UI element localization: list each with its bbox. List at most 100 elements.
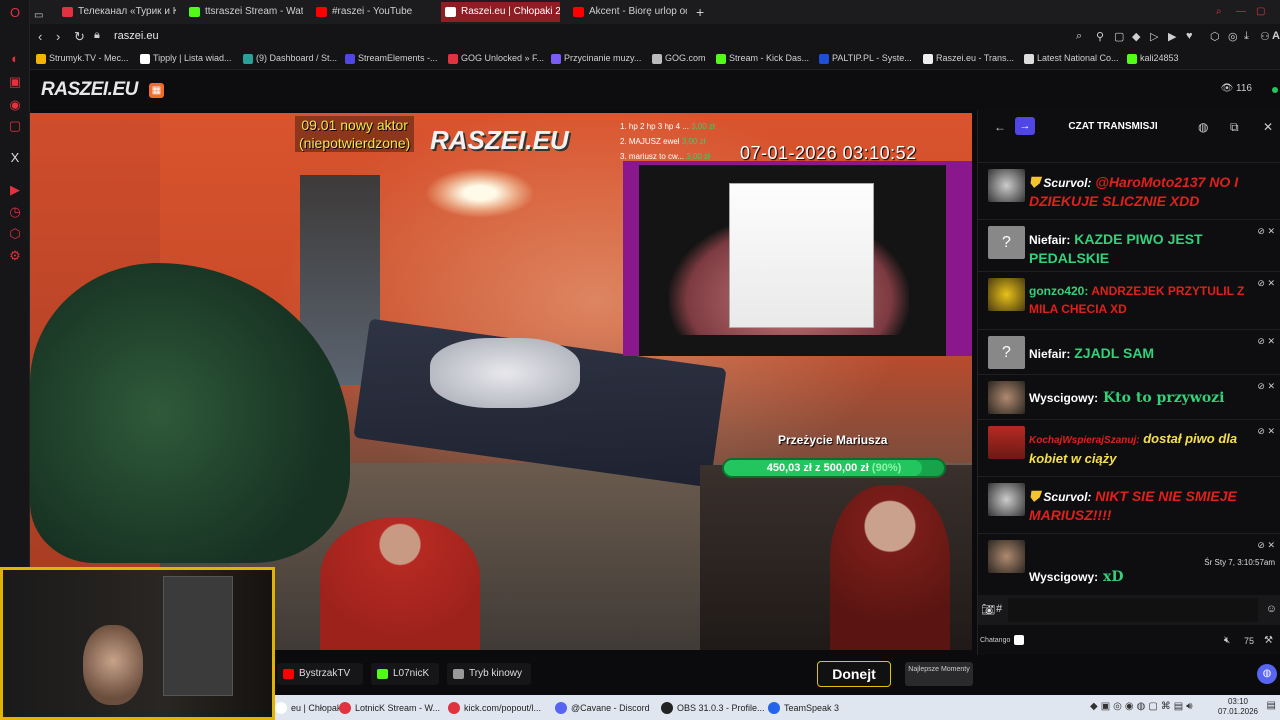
volume-value[interactable]: 75 bbox=[1244, 636, 1254, 646]
message-user[interactable]: Wyscigowy: bbox=[1029, 391, 1098, 405]
bystrzak-button[interactable]: BystrzakTV bbox=[277, 663, 363, 685]
message-user[interactable]: Wyscigowy: bbox=[1029, 570, 1098, 584]
bookmark-12[interactable]: kali24853 bbox=[1127, 53, 1179, 64]
bookmark-favicon bbox=[551, 54, 561, 64]
opera-logo-icon[interactable]: O bbox=[7, 5, 23, 21]
message-user[interactable]: KochajWspierajSzanuj: bbox=[1029, 435, 1140, 446]
back-icon[interactable]: ‹ bbox=[38, 29, 42, 44]
message-user[interactable]: Scurvol: bbox=[1043, 490, 1091, 504]
shield-icon[interactable]: ◆ bbox=[1132, 30, 1140, 43]
message-user[interactable]: gonzo420: bbox=[1029, 284, 1088, 298]
profile-icon[interactable]: ◎ bbox=[1228, 30, 1238, 43]
taskbar-item[interactable]: eu | Chłopak... bbox=[275, 699, 349, 717]
messenger-icon[interactable]: ◉ bbox=[7, 97, 23, 113]
taskbar-item[interactable]: kick.com/popout/l... bbox=[448, 699, 541, 717]
bookmark-label: GOG Unlocked » F... bbox=[461, 53, 545, 63]
bookmark-4[interactable]: StreamElements -... bbox=[345, 53, 438, 64]
message-user[interactable]: Scurvol: bbox=[1043, 176, 1091, 190]
settings-icon[interactable]: ⚙ bbox=[7, 248, 23, 264]
url-field[interactable]: raszei.eu bbox=[114, 30, 159, 42]
bag-icon[interactable]: ▣ bbox=[7, 74, 23, 90]
history-icon[interactable]: ◷ bbox=[7, 204, 23, 220]
x-icon[interactable]: X bbox=[7, 150, 23, 166]
account-icon[interactable]: ⚇ bbox=[1260, 30, 1270, 43]
taskbar-item[interactable]: @Cavane - Discord bbox=[555, 699, 650, 717]
close-chat-icon[interactable]: ✕ bbox=[1263, 120, 1273, 134]
tab-1[interactable]: Телеканал «Турик и Конь» bbox=[58, 2, 176, 22]
chatango-logo-icon[interactable] bbox=[1014, 635, 1024, 645]
notification-icon[interactable]: ▤ bbox=[1267, 700, 1276, 711]
forward-icon[interactable]: › bbox=[56, 29, 60, 44]
mute-icon[interactable]: 🔇︎ bbox=[1224, 635, 1230, 646]
new-tab-button[interactable]: + bbox=[696, 2, 712, 22]
popout-icon[interactable]: ⧉ bbox=[1230, 120, 1239, 135]
bookmark-8[interactable]: Stream - Kick Das... bbox=[716, 53, 809, 64]
bookmark-6[interactable]: Przycinanie muzy... bbox=[551, 53, 641, 64]
tab-label: #raszei - YouTube bbox=[332, 6, 413, 17]
lotnick-button[interactable]: L07nicK bbox=[371, 663, 439, 685]
message-user[interactable]: Niefair: bbox=[1029, 233, 1070, 247]
taskbar-item[interactable]: TeamSpeak 3 bbox=[768, 699, 839, 717]
player-icon[interactable]: ▶ bbox=[7, 182, 23, 198]
ai-icon[interactable]: AI bbox=[1272, 30, 1280, 42]
message-body: Niefair: ZJADL SAM bbox=[1029, 344, 1269, 363]
opera-icon bbox=[448, 702, 460, 714]
emoji-icon[interactable]: ☺ bbox=[1266, 603, 1277, 615]
tab-4-active[interactable]: Raszei.eu | Chłopaki 2 bbox=[441, 2, 560, 22]
tab-5[interactable]: Akcent - Biorę urlop od Ciebie bbox=[569, 2, 687, 22]
aria-icon[interactable]: ◐ bbox=[7, 51, 23, 67]
bookmark-2[interactable]: Tipply | Lista wiad... bbox=[140, 53, 232, 64]
search-tabs-icon[interactable]: ⌕ bbox=[1216, 2, 1230, 22]
chatango-label: Chatango bbox=[980, 637, 1011, 644]
play-icon[interactable]: ▷ bbox=[1150, 30, 1158, 43]
discord-float-icon[interactable]: ◍ bbox=[1257, 664, 1277, 684]
chat-message-input[interactable] bbox=[1008, 598, 1258, 622]
flow-icon[interactable]: ▶ bbox=[1168, 30, 1176, 43]
goal-title: Przeżycie Mariusza bbox=[778, 433, 888, 447]
pin-icon[interactable]: ⚲ bbox=[1096, 30, 1104, 43]
best-moments-button[interactable]: Najlepsze Momenty bbox=[905, 662, 973, 686]
taskbar-clock[interactable]: 03:10 07.01.2026 bbox=[1218, 697, 1258, 717]
site-logo[interactable]: RASZEI.EU bbox=[41, 79, 138, 101]
bookmark-9[interactable]: PALTIP.PL - Syste... bbox=[819, 53, 912, 64]
cinema-mode-button[interactable]: Tryb kinowy bbox=[447, 663, 531, 685]
chat-message: ⛊ Scurvol: NIKT SIE NIE SMIEJE MARIUSZ!!… bbox=[978, 476, 1280, 533]
maximize-icon[interactable]: ▢ bbox=[1256, 2, 1270, 22]
system-tray-icons[interactable]: ◆▣◎◉◍▢⌘▤🔊︎ bbox=[1090, 701, 1196, 712]
bookmark-1[interactable]: Strumyk.TV - Mec... bbox=[36, 53, 129, 64]
instagram-icon[interactable]: ▢ bbox=[7, 118, 23, 134]
taskbar-item[interactable]: OBS 31.0.3 - Profile... bbox=[661, 699, 765, 717]
bookmark-favicon bbox=[716, 54, 726, 64]
gift-icon[interactable]: ▦ bbox=[149, 83, 164, 98]
extensions-puzzle-icon[interactable]: ⬡ bbox=[1210, 30, 1220, 43]
message-body: ⛊ Scurvol: @HaroMoto2137 NO I DZIEKUJE S… bbox=[1029, 173, 1269, 210]
bookmark-10[interactable]: Raszei.eu - Trans... bbox=[923, 53, 1014, 64]
bookmark-3[interactable]: (9) Dashboard / St... bbox=[243, 53, 337, 64]
goal-percent: (90%) bbox=[871, 462, 902, 474]
reload-icon[interactable]: ↻ bbox=[74, 29, 85, 45]
bookmark-11[interactable]: Latest National Co... bbox=[1024, 53, 1119, 64]
settings-hammer-icon[interactable]: ⚒ bbox=[1264, 635, 1273, 646]
extensions-icon[interactable]: ⬡ bbox=[7, 226, 23, 242]
tab-overview-icon[interactable]: ▭ bbox=[34, 6, 50, 18]
tab-2[interactable]: ttsraszei Stream - Watch Live bbox=[185, 2, 303, 22]
heart-icon[interactable]: ♥ bbox=[1186, 30, 1193, 42]
bookmark-7[interactable]: GOG.com bbox=[652, 53, 706, 64]
zoom-icon[interactable]: ⌕ bbox=[1076, 30, 1082, 43]
message-actions[interactable]: ⊘ ✕ bbox=[1257, 540, 1275, 551]
message-body: ⛊ Scurvol: NIKT SIE NIE SMIEJE MARIUSZ!!… bbox=[1029, 487, 1269, 524]
message-user[interactable]: Niefair: bbox=[1029, 347, 1070, 361]
donate-button[interactable]: Donejt bbox=[817, 661, 891, 687]
tab-3[interactable]: #raszei - YouTube bbox=[312, 2, 430, 22]
minimize-icon[interactable]: — bbox=[1236, 2, 1250, 22]
snapshot-icon[interactable]: ▢ bbox=[1114, 30, 1124, 43]
download-icon[interactable]: ⤓ bbox=[1244, 30, 1249, 43]
taskbar-item[interactable]: LotnicK Stream - W... bbox=[339, 699, 440, 717]
bookmark-favicon bbox=[652, 54, 662, 64]
message-body: KochajWspierajSzanuj: dostał piwo dla ko… bbox=[1029, 430, 1269, 468]
camera-icon[interactable]: 📷︎ bbox=[981, 603, 995, 616]
bookmark-5[interactable]: GOG Unlocked » F... bbox=[448, 53, 545, 64]
cinema-icon bbox=[453, 669, 464, 679]
discord-icon[interactable]: ◍ bbox=[1198, 120, 1208, 134]
bookmark-favicon bbox=[345, 54, 355, 64]
